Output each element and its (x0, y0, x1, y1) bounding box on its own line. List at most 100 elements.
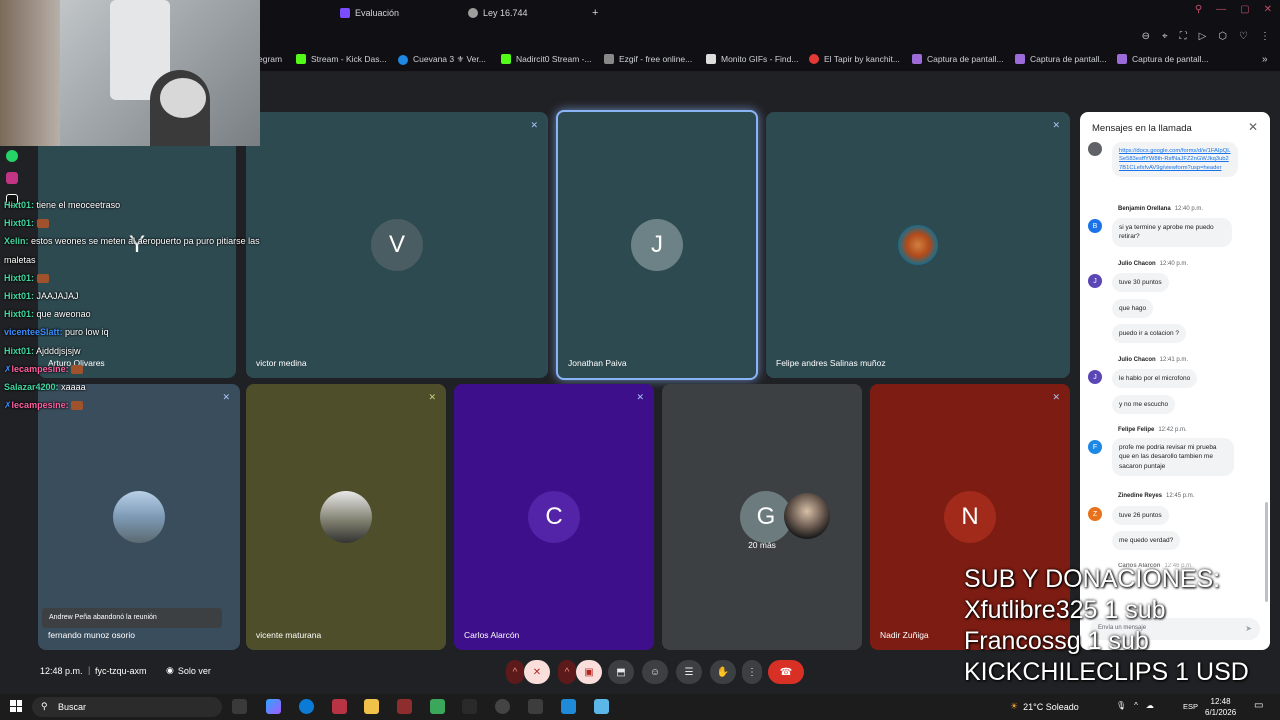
meeting-time: 12:48 p.m. (40, 666, 83, 676)
screenshot-icon[interactable]: ⛶ (1180, 31, 1187, 42)
stream-chat-line: Hixt01: que aweonao (4, 309, 91, 320)
app-icon[interactable] (594, 699, 609, 714)
bookmark[interactable]: Monito GIFs - Find... (706, 54, 798, 64)
task-view-icon[interactable] (232, 699, 247, 714)
leave-call-button[interactable]: ☎ (768, 660, 804, 684)
clock[interactable]: 12:48 6/1/2026 (1205, 696, 1236, 718)
mic-options-icon[interactable]: ^ (506, 660, 524, 684)
sword-icon: ✗ (4, 400, 12, 411)
bookmark[interactable]: Ezgif - free online... (604, 54, 692, 64)
new-tab-button[interactable]: + (592, 3, 598, 23)
sun-icon: ☀ (1010, 701, 1019, 711)
mic-muted-icon: ✕ (1052, 392, 1060, 402)
stream-chat-line: ✗lecampesine: (4, 396, 289, 414)
cloud-icon[interactable]: ☁ (1146, 701, 1154, 710)
bookmark[interactable]: Cuevana 3 ⚜ Ver... (398, 54, 486, 65)
stream-chat-line: Hixt01: (4, 214, 289, 232)
taskbar-search[interactable]: ⚲ Buscar (32, 697, 222, 717)
mic-muted-icon: ✕ (530, 120, 538, 130)
cube-icon[interactable]: ⬡ (1218, 31, 1227, 42)
screenshot-file-icon (912, 54, 922, 64)
play-icon[interactable]: ▷ (1199, 31, 1207, 42)
stream-chat-line: Hixt01: tiene el meoceetraso (4, 200, 121, 210)
close-icon[interactable]: ✕ (1264, 4, 1272, 15)
bookmark[interactable]: Captura de pantall... (1117, 54, 1209, 64)
copilot-icon[interactable] (266, 699, 281, 714)
mic-icon[interactable]: 🎙 (1116, 701, 1126, 710)
bookmark-label: Cuevana 3 ⚜ Ver... (413, 54, 486, 64)
bookmark-label: egram (258, 54, 283, 64)
chat-bubble: y no me escucho (1112, 395, 1176, 415)
bookmark[interactable]: Captura de pantall... (1015, 54, 1107, 64)
bookmark[interactable]: Captura de pantall... (912, 54, 1004, 64)
participant-name: Felipe andres Salinas muñoz (776, 358, 886, 368)
more-bookmarks-icon[interactable]: » (1262, 54, 1268, 65)
edge-icon[interactable] (299, 699, 314, 714)
emote-icon (71, 364, 84, 374)
pin-icon[interactable]: ⌖ (1162, 31, 1168, 42)
present-screen-button[interactable]: ⬒ (608, 660, 634, 684)
close-icon[interactable]: ✕ (1248, 120, 1258, 134)
more-options-button[interactable]: ⋮ (742, 660, 762, 684)
epic-games-icon[interactable] (462, 699, 477, 714)
form-icon (340, 8, 350, 18)
stream-chat-line: Hixt01: JAAJAJAJ (4, 291, 79, 302)
form-link[interactable]: https://docs.google.com/forms/d/e/1FAIpQ… (1119, 148, 1231, 171)
opera-gx-icon[interactable] (332, 699, 347, 714)
emote-icon (36, 219, 49, 229)
cuevana-icon (398, 54, 408, 65)
msg-meta: Zinedine Reyes 12:45 p.m. (1118, 493, 1195, 499)
bookmark[interactable]: Nadircit0 Stream -... (501, 54, 592, 64)
app-icon[interactable] (561, 699, 576, 714)
sender-avatar: F (1088, 440, 1102, 454)
notifications-icon[interactable]: ▭ (1254, 700, 1263, 711)
emoji-button[interactable]: ☺ (642, 660, 668, 684)
file-explorer-icon[interactable] (364, 699, 379, 714)
chat-bubble: me quedo verdad? (1112, 531, 1181, 551)
obs-icon[interactable] (495, 699, 510, 714)
participant-tile-active[interactable]: J Jonathan Paiva (556, 110, 758, 380)
language-indicator[interactable]: ESP (1183, 702, 1198, 711)
mic-off-button[interactable]: ✕ (524, 660, 550, 684)
bookmark-label: Ezgif - free online... (619, 54, 693, 64)
instagram-icon (6, 172, 18, 184)
bookmark[interactable]: egram (258, 54, 282, 64)
heart-icon[interactable]: ♡ (1239, 31, 1248, 42)
bookmark[interactable]: Stream - Kick Das... (296, 54, 387, 64)
participant-tile[interactable]: Felipe andres Salinas muñoz ✕ (766, 112, 1070, 378)
participant-tile[interactable]: fernando munoz osorio ✕ Andrew Peña aban… (38, 384, 240, 650)
weather-widget[interactable]: ☀ 21°C Soleado (1010, 701, 1079, 712)
participant-tile[interactable]: V victor medina ✕ (246, 112, 548, 378)
view-only-toggle[interactable]: ◉ Solo ver (166, 665, 211, 676)
windows-start-icon[interactable] (10, 700, 22, 712)
tab-label: Ley 16.744 (483, 8, 528, 18)
camera-options-icon[interactable]: ^ (558, 660, 576, 684)
bookmark[interactable]: El Tapir by kanchit... (809, 54, 900, 64)
donation-line: KICKCHILECLIPS 1 USD (964, 658, 1249, 686)
participant-tile[interactable]: vicente maturana ✕ (246, 384, 446, 650)
captions-button[interactable]: ☰ (676, 660, 702, 684)
chat-bubble: si ya termine y aprobe me puedo retirar? (1112, 218, 1232, 247)
sender-avatar: J (1088, 370, 1102, 384)
camera-off-button[interactable]: ▣ (576, 660, 602, 684)
participant-name: vicente maturana (256, 630, 322, 640)
store-icon[interactable] (528, 699, 543, 714)
participant-name: fernando munoz osorio (48, 630, 135, 640)
zoom-icon[interactable]: ⊖ (1142, 31, 1150, 42)
app-icon[interactable] (430, 699, 445, 714)
tab-ley[interactable]: Ley 16.744 (468, 3, 528, 23)
person-head (160, 78, 206, 118)
menu-icon[interactable]: ⋮ (1260, 31, 1270, 42)
raise-hand-button[interactable]: ✋ (710, 660, 736, 684)
search-icon[interactable]: ⚲ (1195, 4, 1202, 15)
app-icon[interactable] (397, 699, 412, 714)
chevron-up-icon[interactable]: ^ (1134, 701, 1138, 710)
maximize-icon[interactable]: ▢ (1240, 4, 1249, 15)
tab-evaluacion[interactable]: Evaluación (340, 3, 399, 23)
minimize-icon[interactable]: — (1216, 4, 1226, 15)
more-participants-tile[interactable]: G 20 más (662, 384, 862, 650)
participant-tile[interactable]: C Carlos Alarcón ✕ (454, 384, 654, 650)
separator: | (88, 665, 91, 675)
chat-scrollbar[interactable] (1265, 502, 1268, 602)
emote-icon (36, 273, 49, 283)
